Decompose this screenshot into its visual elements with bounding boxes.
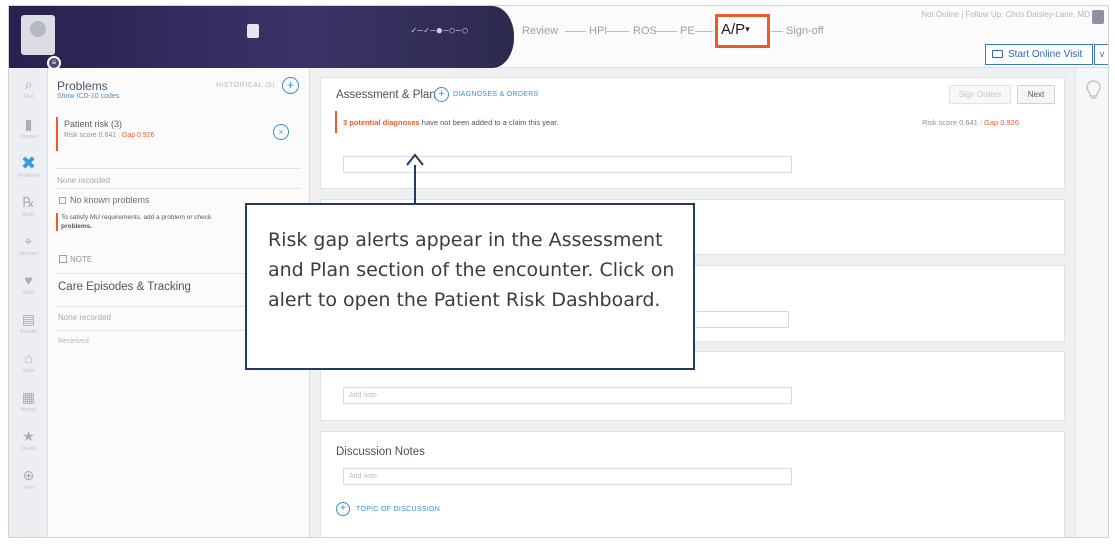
step-divider bbox=[607, 31, 629, 32]
step-divider bbox=[654, 31, 677, 32]
chart-icon: ▮ bbox=[24, 116, 33, 132]
rail-item-label: Meds bbox=[22, 212, 35, 218]
diagnoses-orders-link[interactable]: DIAGNOSES & ORDERS bbox=[453, 91, 539, 98]
left-icon-rail: ⌕ Find ▮ Charges ✖ Problems ℞ Meds ⌖ Vaccines ♥ Vit… bbox=[9, 68, 48, 537]
step-pe[interactable]: PE bbox=[680, 25, 695, 37]
divider bbox=[56, 188, 301, 189]
sign-orders-button[interactable]: Sign Orders bbox=[949, 85, 1011, 104]
no-known-problems-checkbox[interactable]: No known problems bbox=[59, 195, 150, 205]
search-icon: ⌕ bbox=[24, 76, 33, 92]
discussion-notes-title: Discussion Notes bbox=[336, 446, 425, 458]
rail-item-label: History bbox=[20, 407, 37, 413]
step-divider bbox=[695, 31, 713, 32]
rail-item-label: Vitals bbox=[22, 290, 35, 296]
step-hpi[interactable]: HPI bbox=[589, 25, 607, 37]
step-review[interactable]: Review bbox=[522, 25, 558, 37]
rail-item[interactable]: ⌂ Visits bbox=[12, 348, 45, 380]
history-icon: ▦ bbox=[21, 389, 36, 405]
alert-risk-score: Risk score 0.641 | Gap 0.926 bbox=[922, 118, 1020, 127]
rail-item-label: Flow bbox=[23, 485, 34, 491]
results-icon: ▤ bbox=[21, 311, 36, 327]
user-avatar[interactable] bbox=[1092, 10, 1104, 24]
add-diagnosis-button[interactable]: + bbox=[434, 87, 449, 102]
rail-item-label: Charges bbox=[19, 134, 38, 140]
next-button[interactable]: Next bbox=[1017, 85, 1055, 104]
step-sign-off[interactable]: Sign-off bbox=[786, 25, 824, 37]
right-hint-rail bbox=[1075, 68, 1108, 537]
rail-item-label: Results bbox=[20, 329, 37, 335]
rail-item-label: Visits bbox=[22, 368, 35, 374]
problems-title: Problems bbox=[57, 79, 108, 93]
risk-gap-alert[interactable]: 3 potential diagnoses have not been adde… bbox=[335, 111, 1055, 133]
care-none-recorded: None recorded bbox=[58, 313, 111, 322]
patient-risk-row[interactable]: Patient risk (3) Risk score 0.641 | Gap … bbox=[56, 117, 301, 151]
lightbulb-icon[interactable] bbox=[1085, 80, 1102, 101]
rail-item-label: Quality bbox=[20, 446, 37, 452]
online-visit-dropdown[interactable]: v bbox=[1094, 44, 1108, 65]
discussion-notes-card: Discussion Notes Add note + TOPIC OF DIS… bbox=[320, 431, 1065, 537]
rail-item[interactable]: ⌕ Find bbox=[12, 74, 45, 106]
vitals-icon: ♥ bbox=[24, 272, 33, 288]
risk-gap-alert-text: 3 potential diagnoses have not been adde… bbox=[343, 118, 559, 127]
step-divider bbox=[771, 31, 783, 32]
risk-score-line: Risk score 0.641 | Gap 0.926 bbox=[64, 132, 155, 139]
divider bbox=[56, 168, 301, 169]
reviewed-link[interactable]: Reviewed bbox=[58, 338, 89, 345]
checkbox-icon[interactable] bbox=[59, 197, 66, 204]
open-risk-dashboard-icon[interactable]: » bbox=[273, 124, 289, 140]
step-divider bbox=[565, 31, 586, 32]
rail-item[interactable]: ★ Quality bbox=[12, 426, 45, 458]
rail-item-label: Vaccines bbox=[18, 251, 39, 257]
callout-arrow-head-icon bbox=[406, 153, 424, 166]
problems-none-recorded: None recorded bbox=[57, 176, 110, 185]
add-problem-button[interactable]: + bbox=[282, 77, 299, 94]
add-note-link[interactable]: NOTE bbox=[59, 255, 92, 264]
risk-gap-value: Gap 0.926 bbox=[121, 132, 155, 139]
rail-item[interactable]: ▮ Charges bbox=[12, 114, 45, 146]
quality-icon: ★ bbox=[22, 428, 35, 444]
flow-icon: ⊕ bbox=[22, 467, 35, 483]
rail-item-label: Problems bbox=[17, 173, 40, 179]
workflow-progress: ✓—✓—●—○—○ bbox=[411, 26, 469, 36]
rail-item[interactable]: ♥ Vitals bbox=[12, 270, 45, 302]
rail-item-label: Find bbox=[23, 94, 34, 100]
visits-icon: ⌂ bbox=[24, 350, 33, 366]
historical-toggle[interactable]: HISTORICAL (0) bbox=[216, 82, 275, 89]
show-icd10-link[interactable]: Show ICD-10 codes bbox=[57, 93, 119, 100]
callout-arrow-shaft bbox=[414, 165, 416, 205]
top-bar: ≡ ✓—✓—●—○—○ Review HPI ROS PE A/P▾ Sign-… bbox=[9, 6, 1108, 70]
annotation-callout: Risk gap alerts appear in the Assessment… bbox=[245, 203, 695, 370]
discussion-note-input[interactable]: Add note bbox=[343, 468, 792, 485]
rail-item[interactable]: ✖ Problems bbox=[12, 153, 45, 185]
video-camera-icon bbox=[992, 50, 1003, 58]
potential-diagnoses-link[interactable]: 3 potential diagnoses bbox=[343, 118, 420, 127]
patient-header-band: ≡ ✓—✓—●—○—○ bbox=[9, 6, 514, 70]
vaccines-icon: ⌖ bbox=[24, 233, 33, 249]
rail-item[interactable]: ⊕ Flow bbox=[12, 465, 45, 497]
problems-icon: ✖ bbox=[20, 153, 37, 173]
assessment-plan-card: Assessment & Plan + DIAGNOSES & ORDERS S… bbox=[320, 77, 1065, 189]
rail-item[interactable]: ⌖ Vaccines bbox=[12, 231, 45, 263]
add-topic-button[interactable]: + bbox=[336, 502, 350, 516]
callout-text: Risk gap alerts appear in the Assessment… bbox=[268, 229, 675, 311]
caret-down-icon: ▾ bbox=[745, 24, 750, 34]
rail-item[interactable]: ▤ Results bbox=[12, 309, 45, 341]
rail-item[interactable]: ▦ History bbox=[12, 387, 45, 419]
patient-avatar[interactable] bbox=[21, 15, 55, 55]
meds-icon: ℞ bbox=[22, 194, 35, 210]
note-input[interactable]: Add note bbox=[343, 387, 792, 404]
provider-status[interactable]: Not Online | Follow Up: Chris Daisley-La… bbox=[921, 10, 1090, 19]
start-online-visit-button[interactable]: Start Online Visit bbox=[985, 44, 1093, 65]
rail-item[interactable]: ℞ Meds bbox=[12, 192, 45, 224]
care-episodes-title: Care Episodes & Tracking bbox=[58, 281, 191, 293]
patient-risk-label: Patient risk (3) bbox=[64, 119, 123, 129]
assessment-plan-title: Assessment & Plan bbox=[336, 89, 436, 101]
encounter-icon[interactable] bbox=[247, 24, 259, 38]
alert-gap-value: Gap 0.926 bbox=[984, 118, 1020, 127]
note-icon bbox=[59, 255, 67, 263]
step-ap[interactable]: A/P▾ bbox=[721, 21, 750, 38]
topic-of-discussion-link[interactable]: TOPIC OF DISCUSSION bbox=[356, 506, 440, 513]
